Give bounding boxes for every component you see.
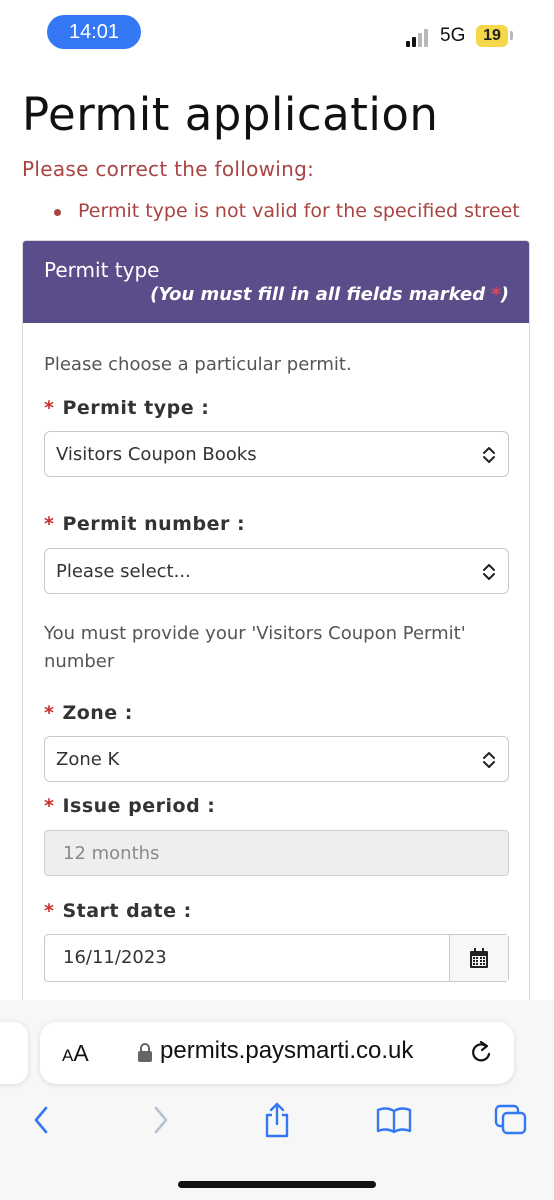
error-item: Permit type is not valid for the specifi… bbox=[54, 200, 520, 222]
chevron-right-icon bbox=[154, 1106, 168, 1134]
permit-number-select[interactable]: Please select... bbox=[44, 548, 509, 594]
issue-period-field: 12 months bbox=[44, 830, 509, 876]
cellular-signal-icon bbox=[406, 27, 434, 47]
permit-number-label: * Permit number : bbox=[44, 513, 246, 535]
issue-period-value: 12 months bbox=[63, 843, 160, 864]
chevron-left-icon bbox=[34, 1106, 48, 1134]
browser-toolbar bbox=[0, 1098, 554, 1148]
panel-header: Permit type (You must fill in all fields… bbox=[23, 241, 529, 323]
required-star: * bbox=[491, 284, 501, 305]
panel-title: Permit type bbox=[44, 258, 160, 282]
share-button[interactable] bbox=[252, 1098, 302, 1142]
browser-bottom-bar: AA permits.paysmarti.co.uk bbox=[0, 1000, 554, 1200]
status-time: 14:01 bbox=[47, 15, 141, 49]
permit-type-select[interactable]: Visitors Coupon Books bbox=[44, 431, 509, 477]
error-list: Permit type is not valid for the specifi… bbox=[54, 200, 520, 222]
required-star: * bbox=[44, 397, 55, 419]
book-icon bbox=[376, 1107, 412, 1134]
start-date-input[interactable]: 16/11/2023 bbox=[63, 947, 167, 968]
share-icon bbox=[265, 1102, 289, 1138]
zone-value: Zone K bbox=[56, 749, 120, 770]
panel-intro: Please choose a particular permit. bbox=[44, 354, 352, 375]
start-date-label: * Start date : bbox=[44, 900, 192, 922]
address-bar[interactable]: AA permits.paysmarti.co.uk bbox=[40, 1022, 514, 1084]
back-button[interactable] bbox=[16, 1098, 66, 1142]
start-date-field: 16/11/2023 bbox=[44, 934, 509, 982]
required-star: * bbox=[44, 702, 55, 724]
previous-tab-preview[interactable] bbox=[0, 1022, 28, 1084]
select-arrows-icon bbox=[483, 447, 495, 463]
network-type: 5G bbox=[440, 25, 466, 46]
permit-number-help: You must provide your 'Visitors Coupon P… bbox=[44, 623, 466, 672]
required-star: * bbox=[44, 900, 55, 922]
issue-period-label: * Issue period : bbox=[44, 795, 216, 817]
forward-button[interactable] bbox=[136, 1098, 186, 1142]
text-size-button[interactable]: AA bbox=[62, 1040, 89, 1067]
permit-type-label: * Permit type : bbox=[44, 397, 210, 419]
home-indicator bbox=[178, 1181, 376, 1188]
battery-nub bbox=[510, 31, 513, 40]
calendar-button[interactable] bbox=[449, 935, 508, 981]
page-title: Permit application bbox=[22, 88, 439, 141]
bookmarks-button[interactable] bbox=[369, 1098, 419, 1142]
calendar-icon bbox=[470, 948, 488, 968]
error-heading: Please correct the following: bbox=[22, 157, 315, 181]
select-arrows-icon bbox=[483, 564, 495, 580]
required-star: * bbox=[44, 795, 55, 817]
battery-icon: 19 bbox=[476, 25, 508, 47]
required-fields-note: (You must fill in all fields marked *) bbox=[150, 284, 509, 305]
tabs-button[interactable] bbox=[486, 1098, 536, 1142]
lock-icon bbox=[138, 1043, 152, 1062]
select-arrows-icon bbox=[483, 752, 495, 768]
zone-label: * Zone : bbox=[44, 702, 133, 724]
url-text: permits.paysmarti.co.uk bbox=[160, 1037, 414, 1064]
permit-type-value: Visitors Coupon Books bbox=[56, 444, 257, 465]
tabs-icon bbox=[494, 1104, 527, 1135]
required-star: * bbox=[44, 513, 55, 535]
permit-number-value: Please select... bbox=[56, 561, 191, 582]
status-bar: 14:01 5G 19 bbox=[0, 0, 554, 70]
zone-select[interactable]: Zone K bbox=[44, 736, 509, 782]
reload-icon[interactable] bbox=[468, 1040, 494, 1066]
